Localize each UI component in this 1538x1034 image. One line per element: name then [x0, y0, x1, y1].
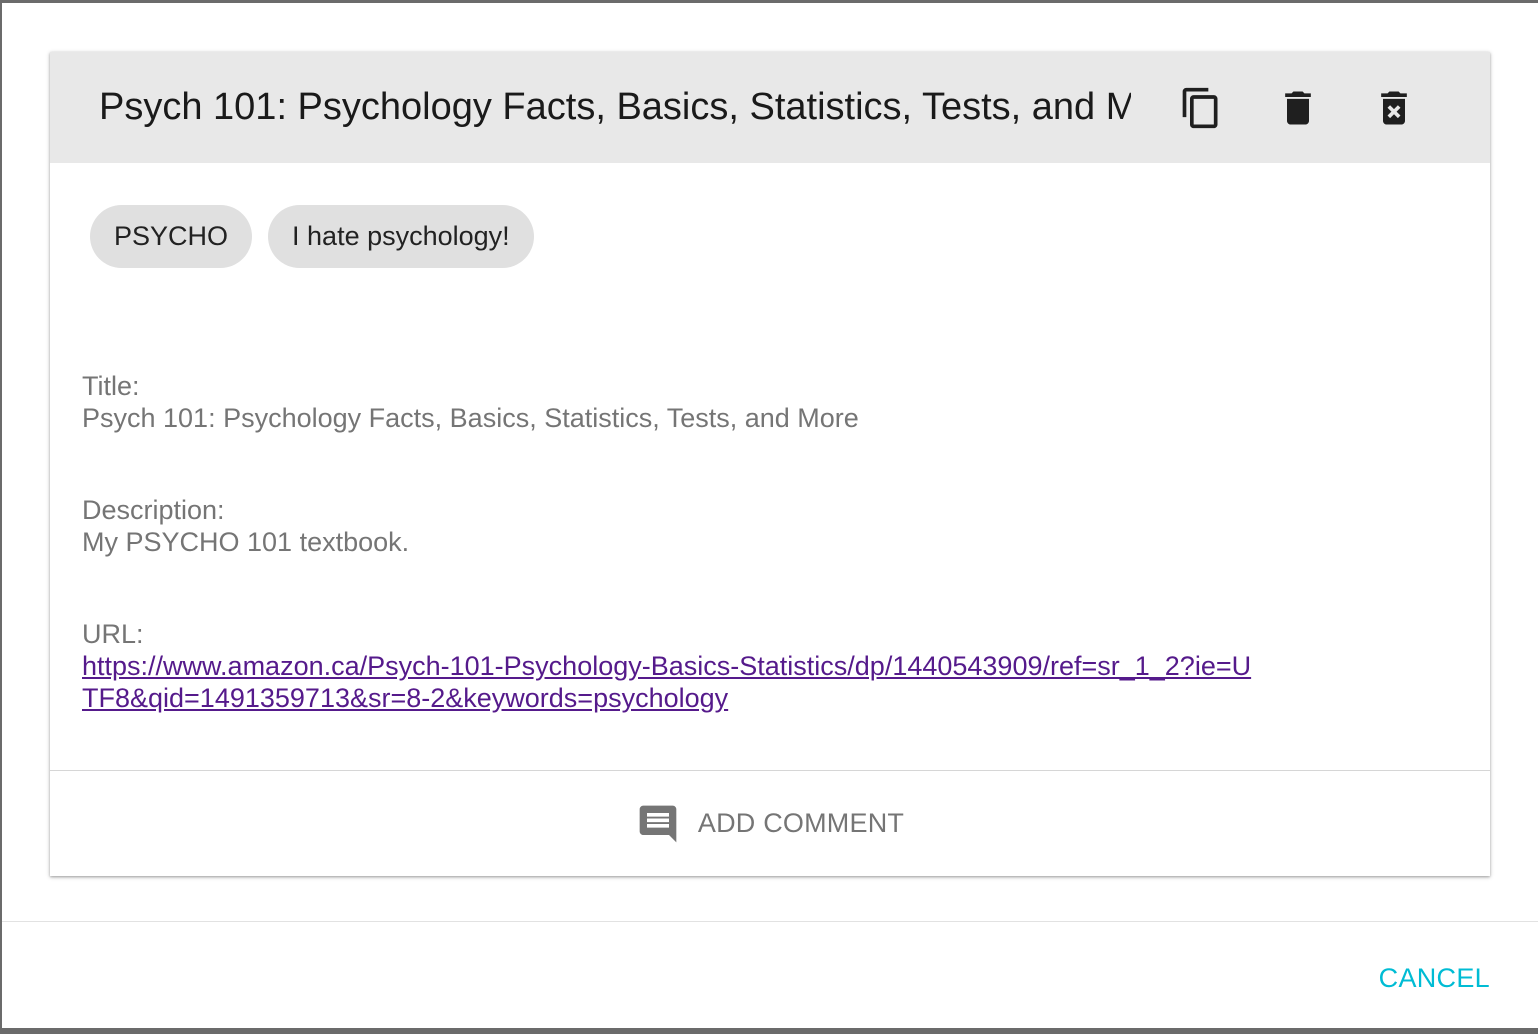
- cancel-button[interactable]: CANCEL: [1379, 958, 1490, 998]
- description-value: My PSYCHO 101 textbook.: [82, 527, 410, 557]
- delete-icon: [1285, 91, 1311, 125]
- delete-forever-button[interactable]: [1367, 81, 1421, 135]
- tag-chip[interactable]: I hate psychology!: [268, 205, 534, 268]
- copy-button[interactable]: [1174, 81, 1228, 135]
- dialog: Psych 101: Psychology Facts, Basics, Sta…: [2, 3, 1538, 1028]
- add-comment-button[interactable]: ADD COMMENT: [50, 771, 1490, 876]
- add-comment-label: ADD COMMENT: [697, 808, 905, 838]
- url-field: URL: https://www.amazon.ca/Psych-101-Psy…: [82, 618, 1462, 714]
- copy-icon: [1182, 87, 1218, 129]
- title-label: Title:: [82, 371, 140, 401]
- title-field: Title: Psych 101: Psychology Facts, Basi…: [82, 370, 1462, 434]
- tag-list: PSYCHO I hate psychology!: [90, 205, 534, 268]
- card-title: Psych 101: Psychology Facts, Basics, Sta…: [99, 86, 1131, 128]
- delete-button[interactable]: [1271, 81, 1325, 135]
- tag-chip[interactable]: PSYCHO: [90, 205, 253, 268]
- url-label: URL:: [82, 619, 144, 649]
- footer-divider: [2, 921, 1538, 922]
- comment-icon: [639, 805, 677, 842]
- description-label: Description:: [82, 495, 225, 525]
- bookmark-card: Psych 101: Psychology Facts, Basics, Sta…: [50, 52, 1490, 876]
- url-link[interactable]: https://www.amazon.ca/Psych-101-Psycholo…: [82, 650, 1252, 714]
- delete-forever-icon: [1381, 91, 1407, 125]
- title-value: Psych 101: Psychology Facts, Basics, Sta…: [82, 403, 859, 433]
- description-field: Description: My PSYCHO 101 textbook.: [82, 494, 1462, 558]
- card-header: Psych 101: Psychology Facts, Basics, Sta…: [50, 52, 1490, 163]
